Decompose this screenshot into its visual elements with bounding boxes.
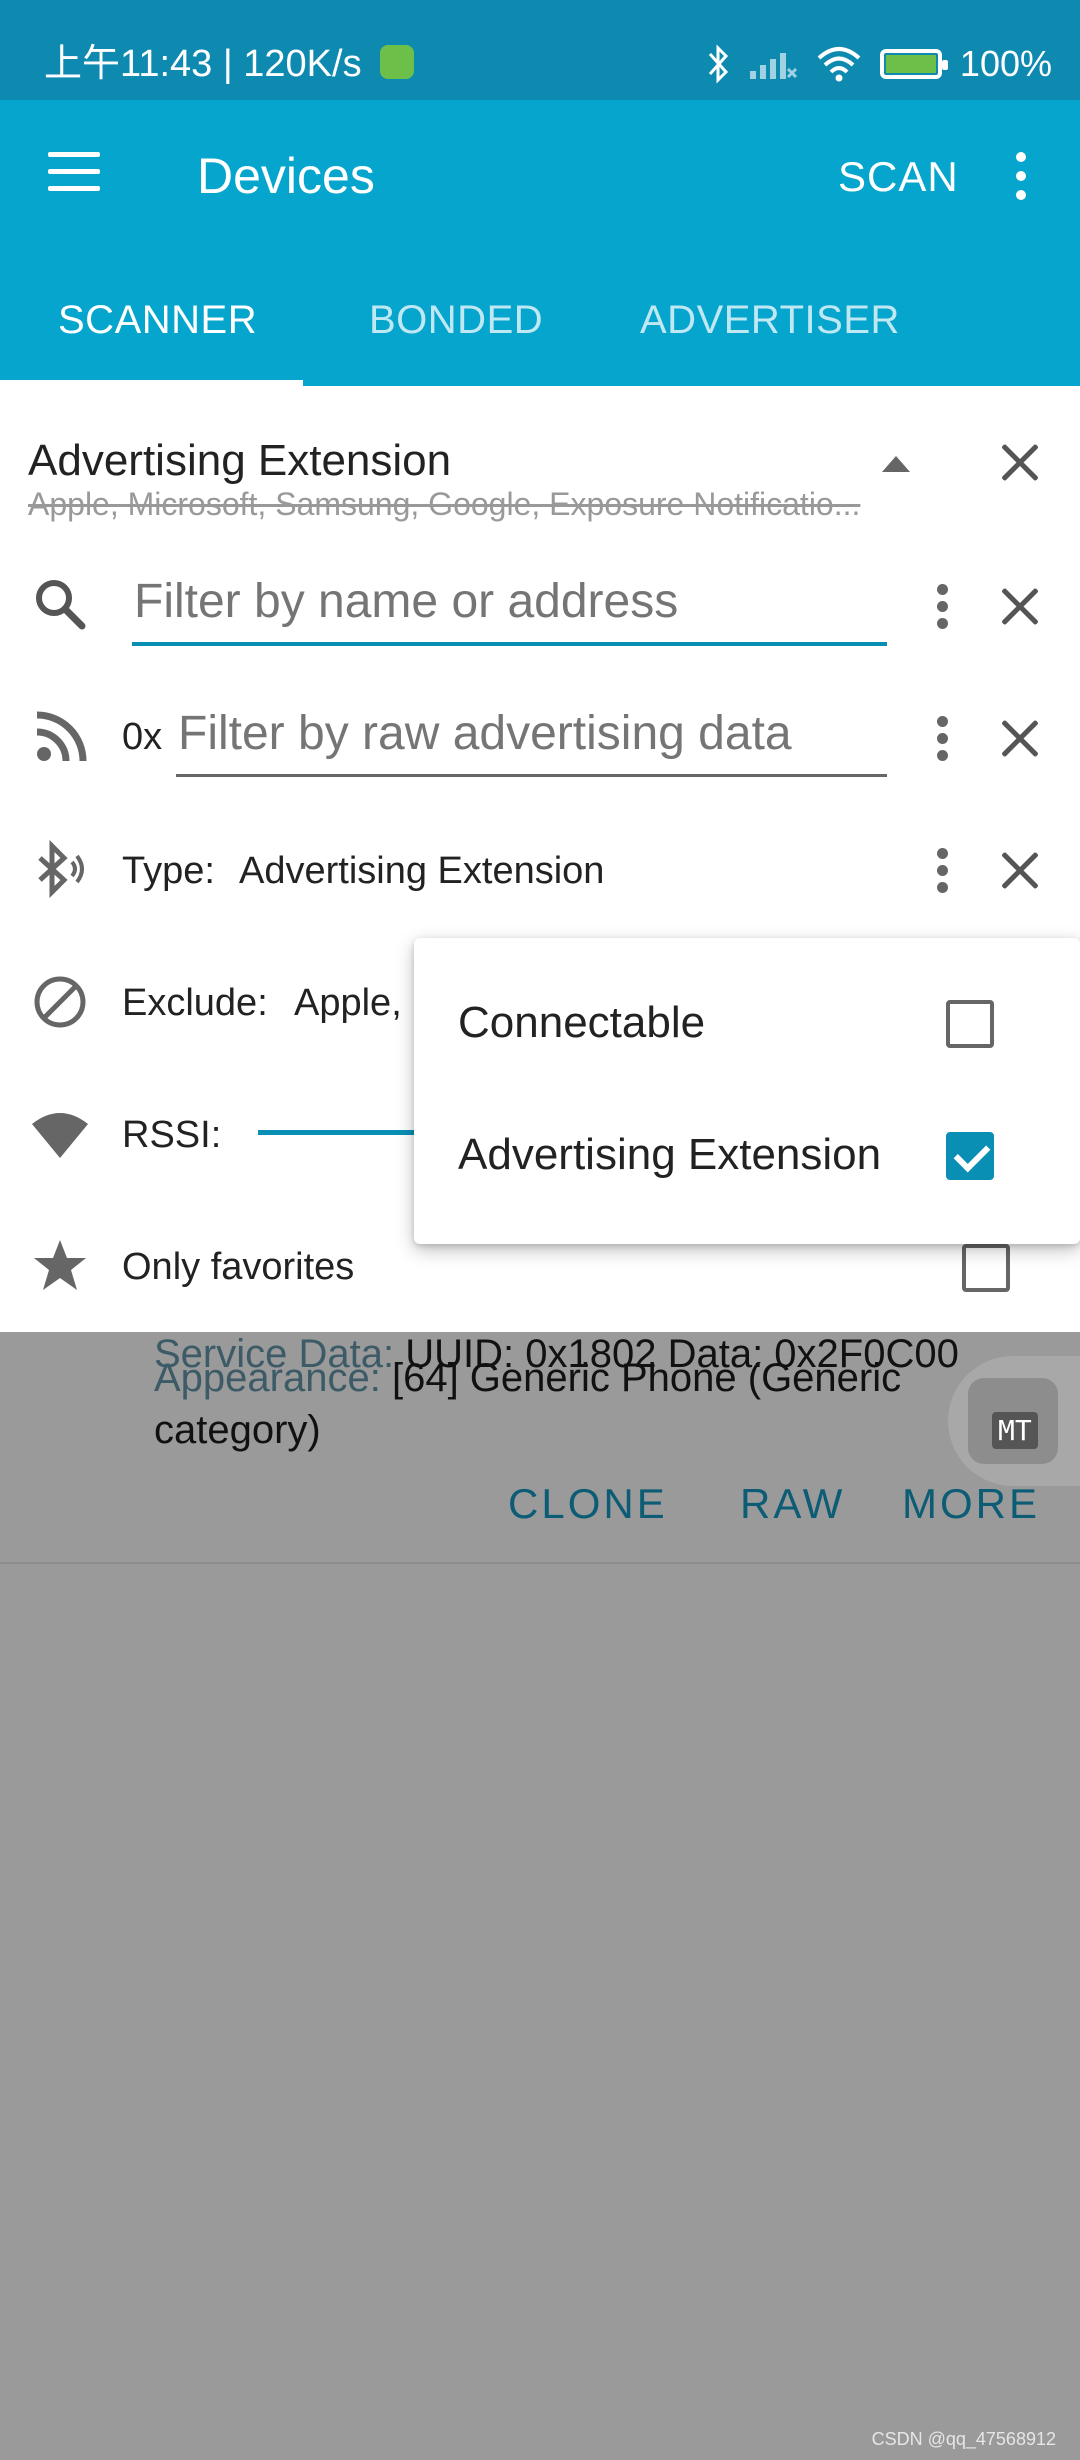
battery-level: 100% bbox=[959, 43, 1052, 84]
status-left: 上午11:43 | 120K/s bbox=[44, 43, 415, 85]
floating-mt-button[interactable]: MT bbox=[948, 1356, 1080, 1486]
scan-button[interactable]: SCAN bbox=[838, 150, 959, 204]
overflow-menu-icon[interactable] bbox=[1012, 152, 1028, 202]
filter-summary-header[interactable]: Advertising Extension Apple, Microsoft, … bbox=[0, 386, 1080, 526]
battery-icon bbox=[879, 49, 948, 79]
cellular-signal-icon bbox=[749, 53, 797, 79]
card-divider bbox=[0, 1562, 1080, 1564]
star-icon bbox=[34, 1240, 86, 1290]
dropdown-item-connectable[interactable]: Connectable bbox=[458, 998, 705, 1048]
collapse-caret-icon[interactable] bbox=[882, 456, 910, 472]
more-button[interactable]: MORE bbox=[902, 1480, 1040, 1528]
status-net-speed: 120K/s bbox=[243, 43, 362, 85]
tab-advertiser[interactable]: ADVERTISER bbox=[640, 280, 900, 386]
filter-summary-title: Advertising Extension bbox=[28, 436, 452, 485]
type-value[interactable]: Advertising Extension bbox=[239, 850, 604, 893]
search-icon bbox=[36, 580, 86, 630]
raw-filter-options-icon[interactable] bbox=[934, 716, 950, 762]
raw-data-filter-input[interactable] bbox=[176, 698, 888, 768]
page-title: Devices bbox=[197, 148, 375, 204]
clear-raw-filter-icon[interactable] bbox=[1000, 718, 1040, 758]
status-bar: 上午11:43 | 120K/s 100% bbox=[0, 0, 1080, 100]
type-label: Type: bbox=[122, 850, 215, 892]
filter-summary-subtitle: Apple, Microsoft, Samsung, Google, Expos… bbox=[28, 486, 861, 522]
type-options-icon[interactable] bbox=[934, 848, 950, 894]
favorites-checkbox[interactable] bbox=[962, 1244, 1010, 1292]
bluetooth-icon bbox=[708, 44, 728, 84]
appearance-label: Appearance: bbox=[154, 1356, 381, 1400]
watermark: CSDN @qq_47568912 bbox=[871, 2429, 1056, 2449]
tab-bonded[interactable]: BONDED bbox=[369, 280, 543, 386]
block-icon bbox=[34, 976, 86, 1028]
exclude-label: Exclude: bbox=[122, 982, 268, 1024]
tab-scanner[interactable]: SCANNER bbox=[58, 280, 257, 386]
clear-all-filters-icon[interactable] bbox=[1000, 442, 1040, 482]
notification-app-icon bbox=[380, 44, 415, 79]
dropdown-item-advertising-extension[interactable]: Advertising Extension bbox=[458, 1130, 881, 1180]
appearance-value: [64] Generic Phone (Generic bbox=[391, 1356, 902, 1400]
type-dropdown-menu: Connectable Advertising Extension bbox=[414, 938, 1080, 1244]
status-right: 100% bbox=[706, 44, 1052, 84]
device-card: Service Data: UUID: 0x1802 Data: 0x2F0C0… bbox=[0, 1332, 1080, 1562]
wifi-icon bbox=[817, 47, 861, 82]
signal-strength-icon bbox=[32, 1113, 88, 1158]
app-toolbar: Devices SCAN bbox=[0, 100, 1080, 280]
mt-logo: MT bbox=[992, 1412, 1038, 1449]
favorites-label: Only favorites bbox=[122, 1246, 355, 1288]
appearance-value-cont: category) bbox=[154, 1408, 321, 1452]
name-filter-input[interactable] bbox=[132, 566, 884, 636]
clear-type-filter-icon[interactable] bbox=[1000, 850, 1040, 890]
advertising-extension-checkbox[interactable] bbox=[946, 1132, 994, 1180]
connectable-checkbox[interactable] bbox=[946, 1000, 994, 1048]
raw-filter-prefix: 0x bbox=[122, 716, 163, 758]
clone-button[interactable]: CLONE bbox=[508, 1480, 668, 1528]
name-filter-underline bbox=[132, 642, 887, 646]
raw-button[interactable]: RAW bbox=[740, 1480, 845, 1528]
tab-bar: SCANNER BONDED ADVERTISER bbox=[0, 280, 1080, 386]
rss-feed-icon bbox=[36, 711, 87, 762]
menu-icon[interactable] bbox=[48, 152, 102, 192]
clear-name-filter-icon[interactable] bbox=[1000, 586, 1040, 626]
bluetooth-searching-icon bbox=[38, 840, 84, 899]
exclude-value[interactable]: Apple, bbox=[294, 982, 402, 1025]
status-time: 上午11:43 bbox=[44, 43, 213, 85]
raw-filter-underline bbox=[176, 774, 887, 777]
name-filter-options-icon[interactable] bbox=[934, 584, 950, 630]
rssi-slider-track[interactable] bbox=[258, 1130, 418, 1135]
rssi-label: RSSI: bbox=[122, 1114, 222, 1156]
